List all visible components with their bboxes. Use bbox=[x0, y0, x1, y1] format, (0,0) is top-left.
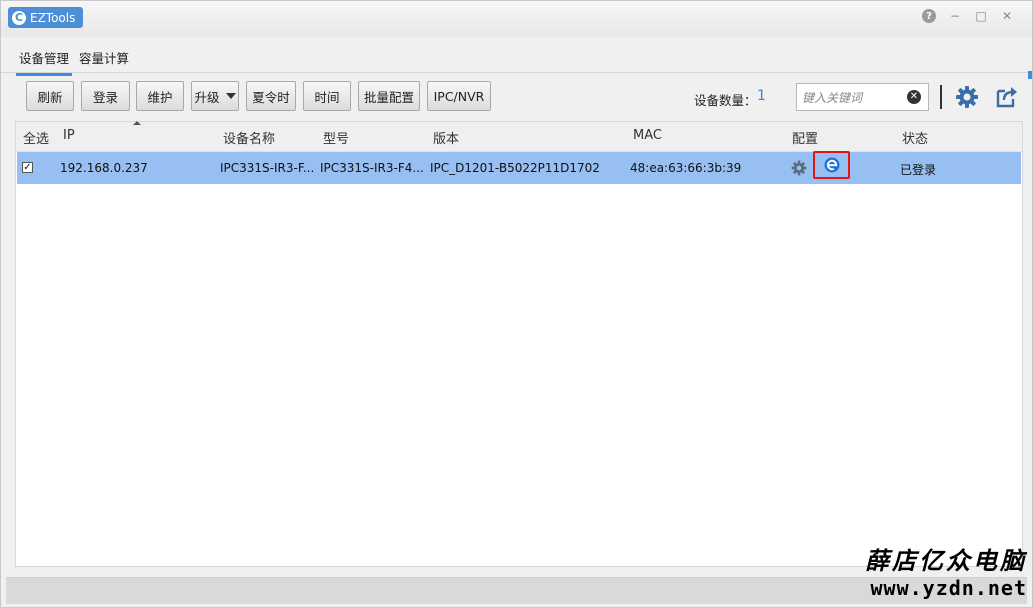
settings-gear-icon[interactable] bbox=[955, 85, 979, 109]
header-ip[interactable]: IP bbox=[63, 128, 75, 143]
device-count-label: 设备数量： bbox=[694, 93, 757, 108]
help-icon[interactable]: ? bbox=[922, 9, 936, 23]
device-table: 全选 IP 设备名称 型号 版本 MAC 配置 状态 ✓ 192.168.0.2… bbox=[15, 121, 1023, 567]
cell-model: IPC331S-IR3-F4... bbox=[320, 161, 424, 175]
header-status[interactable]: 状态 bbox=[902, 128, 928, 147]
cell-version: IPC_D1201-B5022P11D1702 bbox=[430, 161, 600, 175]
header-model[interactable]: 型号 bbox=[323, 128, 349, 147]
close-button[interactable]: ✕ bbox=[1000, 9, 1014, 23]
table-row[interactable]: ✓ 192.168.0.237 IPC331S-IR3-F... IPC331S… bbox=[17, 151, 1021, 184]
upgrade-button-label: 升级 bbox=[194, 89, 220, 105]
dst-button[interactable]: 夏令时 bbox=[246, 81, 296, 111]
search-box: ✕ bbox=[796, 83, 929, 111]
app-title: EZTools bbox=[30, 10, 76, 25]
side-marker bbox=[1028, 71, 1032, 79]
window-controls: ? − □ ✕ bbox=[922, 9, 1014, 23]
header-mac[interactable]: MAC bbox=[633, 128, 662, 143]
time-button[interactable]: 时间 bbox=[303, 81, 351, 111]
cell-mac: 48:ea:63:66:3b:39 bbox=[630, 161, 742, 175]
cell-status: 已登录 bbox=[900, 163, 937, 177]
row-checkbox[interactable]: ✓ bbox=[22, 162, 33, 173]
minimize-button[interactable]: − bbox=[948, 9, 962, 23]
upgrade-dropdown-button[interactable]: 升级 bbox=[191, 81, 239, 111]
watermark-url: www.yzdn.net bbox=[870, 576, 1027, 600]
ipc-nvr-button[interactable]: IPC/NVR bbox=[427, 81, 491, 111]
caret-down-icon bbox=[225, 93, 236, 99]
maximize-button[interactable]: □ bbox=[974, 9, 988, 23]
tab-device-management[interactable]: 设备管理 bbox=[16, 46, 73, 76]
watermark-text: 薛店亿众电脑 bbox=[865, 546, 1027, 575]
device-config-gear-icon[interactable] bbox=[791, 160, 807, 176]
header-version[interactable]: 版本 bbox=[433, 128, 459, 147]
search-input[interactable] bbox=[800, 87, 904, 109]
cell-device-name: IPC331S-IR3-F... bbox=[220, 161, 315, 175]
batch-config-button[interactable]: 批量配置 bbox=[358, 81, 420, 111]
watermark: 薛店亿众电脑 www.yzdn.net bbox=[837, 546, 1027, 600]
app-title-badge: C EZTools bbox=[8, 7, 84, 28]
cell-ip: 192.168.0.237 bbox=[60, 161, 148, 175]
maintenance-button[interactable]: 维护 bbox=[136, 81, 184, 111]
refresh-button[interactable]: 刷新 bbox=[26, 81, 74, 111]
app-window: C EZTools ? − □ ✕ 设备管理 容量计算 刷新 登录 维护 升级 … bbox=[0, 0, 1033, 608]
sort-ascending-icon bbox=[133, 121, 141, 125]
tab-capacity-calculation[interactable]: 容量计算 bbox=[76, 46, 132, 73]
device-count-value: 1 bbox=[757, 88, 766, 104]
web-config-highlight bbox=[813, 151, 850, 179]
browser-ie-icon[interactable] bbox=[824, 157, 840, 173]
header-select-all[interactable]: 全选 bbox=[23, 128, 49, 147]
clear-search-icon[interactable]: ✕ bbox=[907, 90, 921, 104]
app-logo-icon: C bbox=[12, 10, 26, 25]
login-button[interactable]: 登录 bbox=[81, 81, 130, 111]
tab-bar: 设备管理 容量计算 bbox=[1, 38, 1032, 76]
export-share-icon[interactable] bbox=[995, 85, 1019, 109]
header-config: 配置 bbox=[792, 132, 819, 147]
header-device-name[interactable]: 设备名称 bbox=[223, 128, 275, 147]
table-header: 全选 IP 设备名称 型号 版本 MAC 配置 状态 bbox=[16, 121, 1022, 152]
title-bar: C EZTools ? − □ ✕ bbox=[1, 1, 1032, 37]
toolbar: 刷新 登录 维护 升级 夏令时 时间 批量配置 IPC/NVR 设备数量： 1 … bbox=[1, 73, 1032, 121]
toolbar-divider bbox=[940, 85, 942, 109]
